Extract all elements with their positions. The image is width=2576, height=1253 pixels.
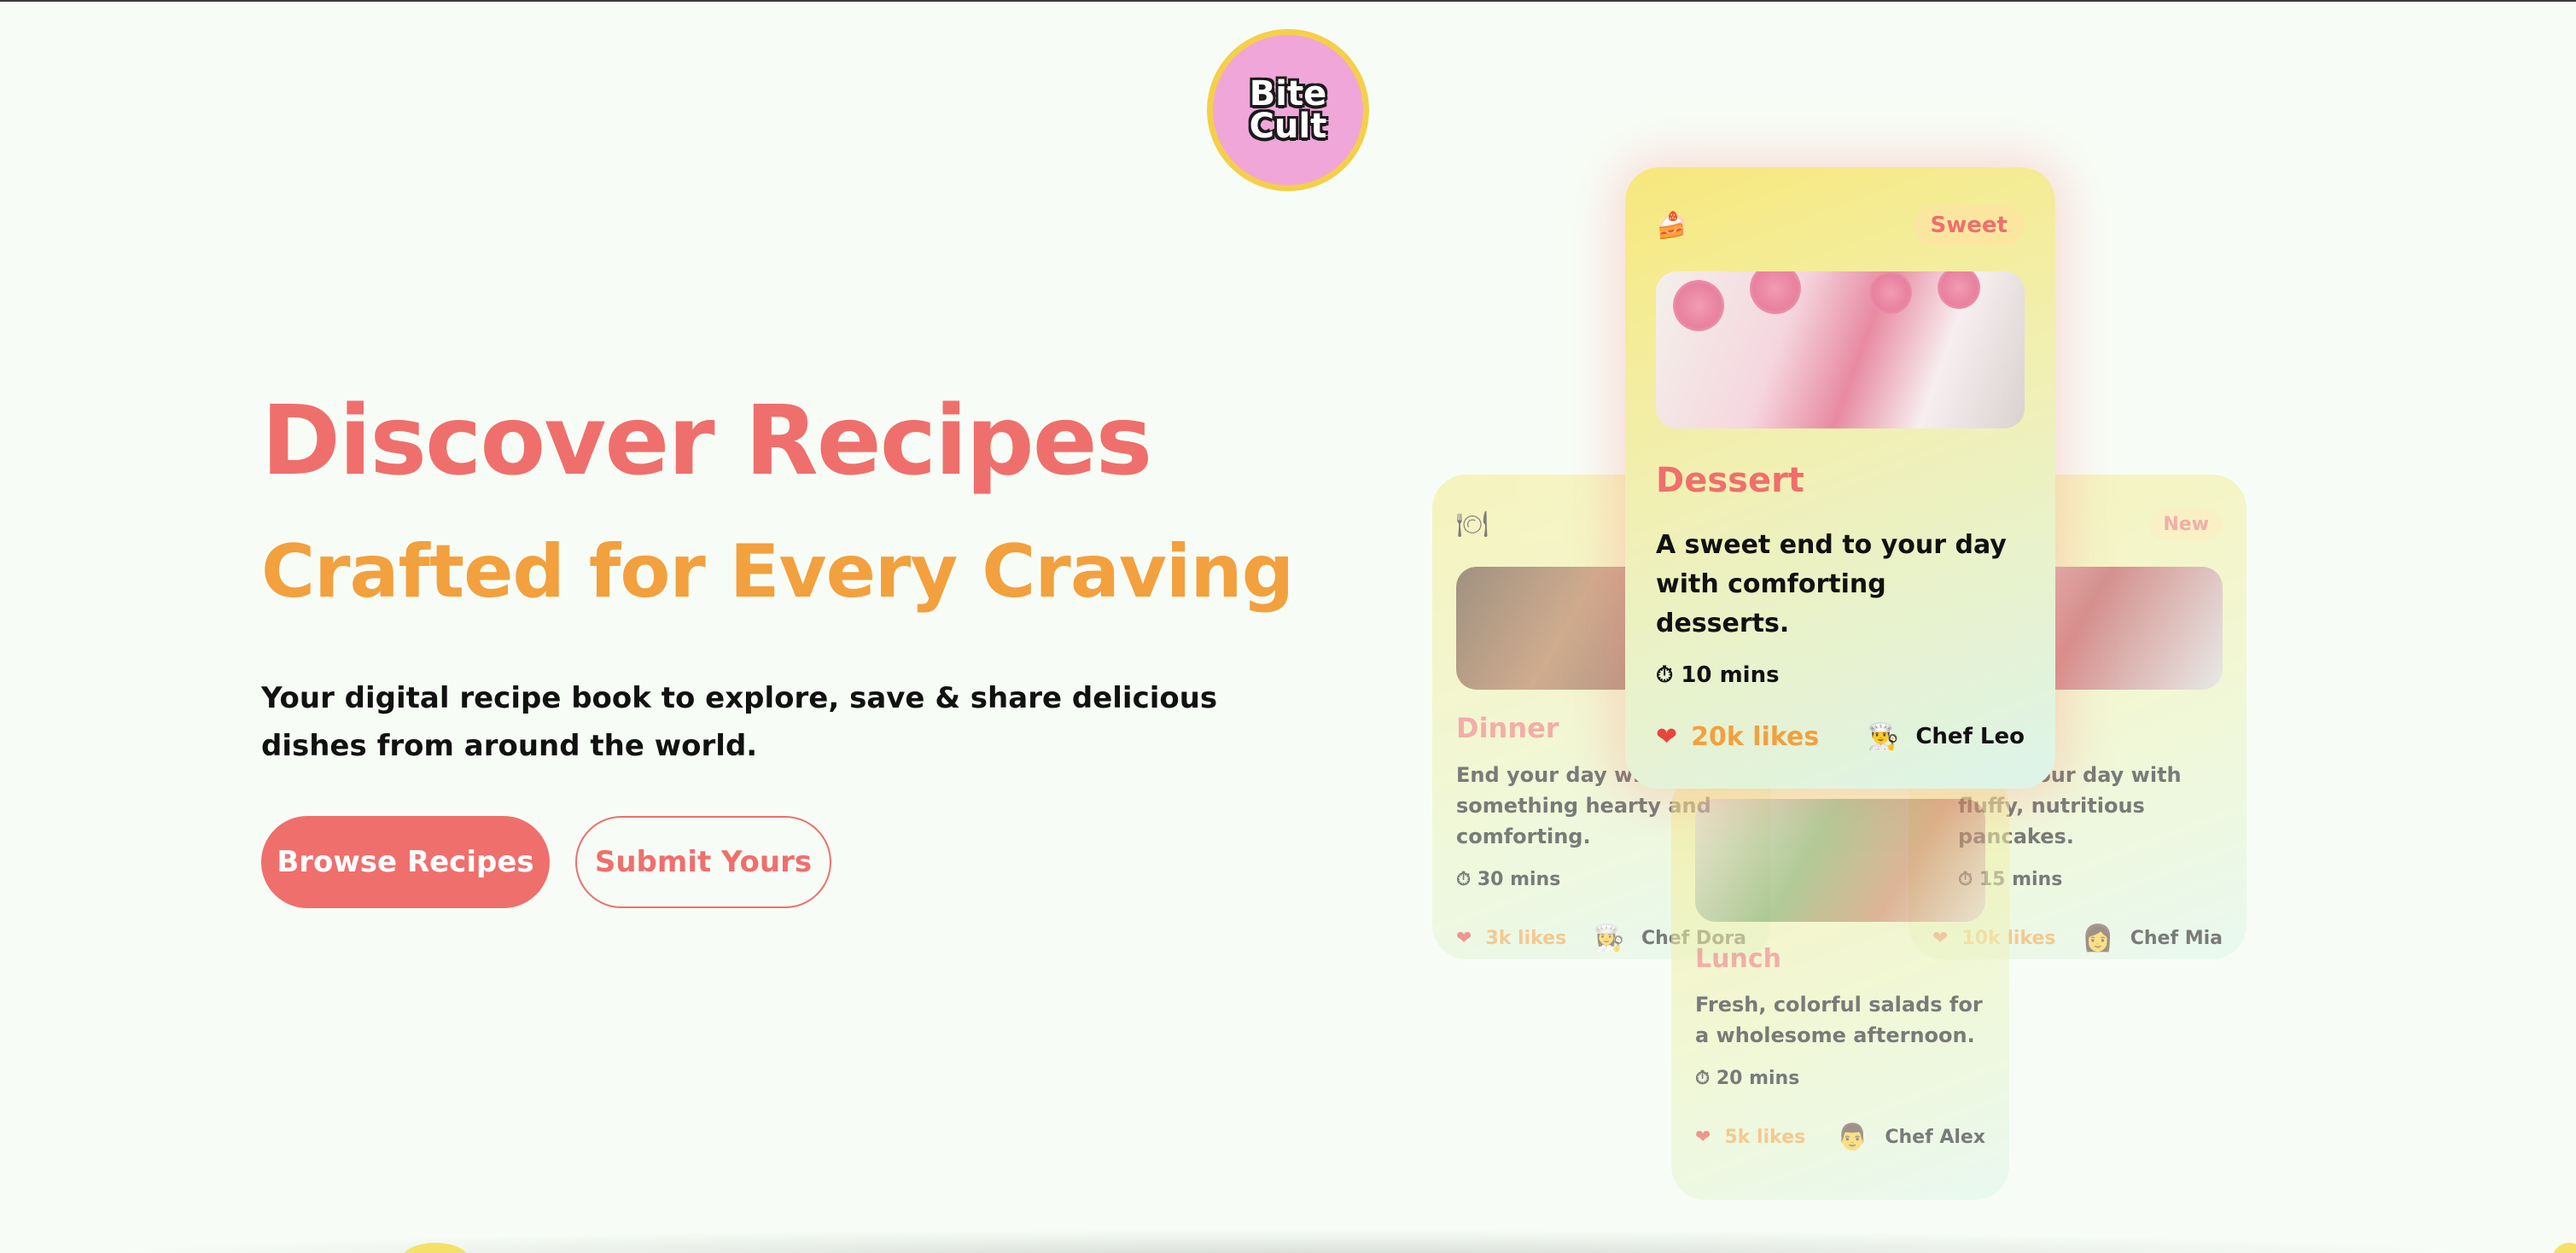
rose-decoration (1869, 271, 1912, 314)
rose-decoration (1938, 271, 1980, 309)
card-header: 🍰 Sweet (1656, 201, 2025, 249)
top-border (0, 0, 2576, 2)
submit-yours-button[interactable]: Submit Yours (575, 816, 831, 908)
card-description: A sweet end to your day with comforting … (1656, 530, 2007, 638)
chef-name: Chef Alex (1885, 1126, 1985, 1148)
likes-count[interactable]: ❤ 5k likes (1695, 1127, 1805, 1148)
chef-info: 👨 Chef Alex (1833, 1118, 1985, 1156)
plate-icon: 🍽 (1456, 509, 1489, 539)
recipe-card-lunch[interactable]: Lunch Fresh, colorful salads for a whole… (1671, 773, 2009, 1200)
chef-name: Chef Leo (1915, 724, 2025, 749)
card-time: ⏱ 20 mins (1695, 1068, 1800, 1089)
chef-avatar-icon: 👨 (1836, 1122, 1869, 1152)
likes-label: 3k likes (1485, 927, 1567, 949)
heart-icon: ❤ (1456, 927, 1472, 949)
dessert-image (1656, 271, 2025, 428)
lunch-image (1695, 799, 1985, 922)
chef-info: 👩 Chef Mia (2079, 919, 2223, 957)
chef-avatar-icon: 👨‍🍳 (1867, 721, 1900, 752)
card-footer: ❤ 5k likes 👨 Chef Alex (1695, 1118, 1985, 1156)
likes-count[interactable]: ❤ 20k likes (1656, 722, 1819, 752)
likes-label: 5k likes (1724, 1126, 1806, 1148)
card-description: Fresh, colorful salads for a wholesome a… (1695, 993, 1983, 1047)
chef-info: 👨‍🍳 Chef Leo (1864, 718, 2025, 755)
logo-line-1: Bite (1249, 74, 1327, 114)
rose-decoration (1750, 271, 1801, 314)
likes-count[interactable]: ❤ 3k likes (1456, 928, 1566, 949)
hero-title: Discover Recipes (261, 386, 1152, 497)
card-tag: New (2149, 508, 2223, 540)
logo-line-2: Cult (1249, 107, 1327, 146)
card-title: Dessert (1656, 461, 1804, 500)
chef-avatar-icon: 👩‍🍳 (1593, 923, 1625, 953)
recipe-card-dessert[interactable]: 🍰 Sweet Dessert A sweet end to your day … (1625, 167, 2055, 789)
card-title: Lunch (1695, 944, 1781, 974)
chef-avatar-icon: 👩 (2082, 923, 2114, 953)
card-tag: Sweet (1913, 206, 2025, 245)
hero-description: Your digital recipe book to explore, sav… (261, 681, 1218, 763)
decorative-blob (2552, 1243, 2576, 1253)
hero-subtitle: Crafted for Every Craving (261, 529, 1294, 615)
heart-icon: ❤ (1695, 1126, 1711, 1148)
cake-icon: 🍰 (1656, 210, 1688, 241)
card-footer: ❤ 20k likes 👨‍🍳 Chef Leo (1656, 718, 2025, 755)
card-time: ⏱ 10 mins (1656, 662, 1780, 688)
rose-decoration (1673, 280, 1724, 331)
likes-label: 20k likes (1691, 721, 1820, 752)
browse-recipes-button[interactable]: Browse Recipes (261, 816, 550, 908)
bitecult-logo[interactable]: Bite Cult (1207, 29, 1369, 191)
heart-icon: ❤ (1656, 721, 1678, 752)
chef-name: Chef Mia (2130, 927, 2223, 949)
